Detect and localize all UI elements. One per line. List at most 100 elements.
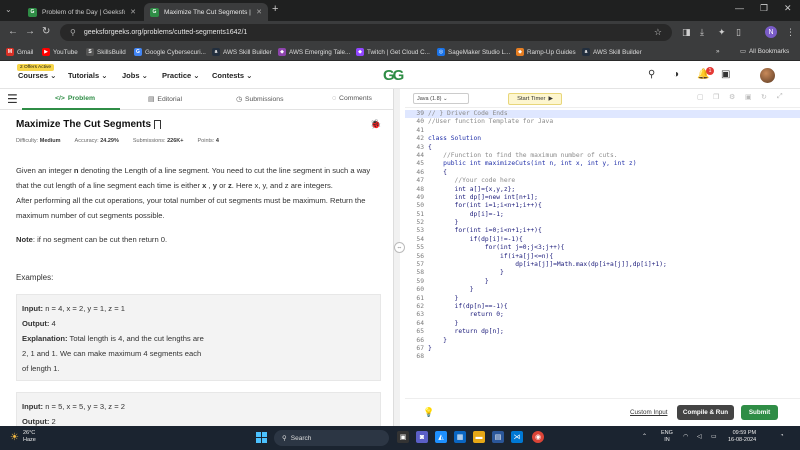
- bookmark-twitch[interactable]: ◆ Twitch | Get Cloud C...: [356, 48, 430, 56]
- wifi-icon[interactable]: ◠: [683, 433, 688, 440]
- panel-divider[interactable]: [393, 89, 400, 426]
- code-line[interactable]: int dp[]=new int[n+1];: [428, 194, 667, 202]
- menu-courses[interactable]: Courses ⌄: [18, 71, 56, 80]
- offers-badge[interactable]: 2 Offers Active: [17, 64, 55, 71]
- tray-chevron-up-icon[interactable]: ⌃: [642, 433, 647, 440]
- profile-avatar[interactable]: N: [765, 26, 777, 38]
- code-line[interactable]: // } Driver Code Ends: [428, 110, 667, 118]
- tab-search-icon[interactable]: ⌄: [5, 5, 12, 14]
- code-line[interactable]: for(int i=0;i<n+1;i++){: [428, 227, 667, 235]
- code-line[interactable]: dp[i]=-1;: [428, 211, 667, 219]
- close-window-icon[interactable]: ✕: [784, 3, 792, 14]
- bookmark-aws-emerging[interactable]: ◆ AWS Emerging Tale...: [278, 48, 350, 56]
- download-icon[interactable]: ⤓: [700, 27, 704, 38]
- task-view-icon[interactable]: ▣: [397, 431, 409, 443]
- media-icon[interactable]: ◨: [682, 27, 691, 38]
- code-snippet-icon[interactable]: ▣: [745, 93, 752, 101]
- address-bar[interactable]: ⚲ geeksforgeeks.org/problems/cutted-segm…: [60, 24, 672, 41]
- bookmark-icon[interactable]: [154, 120, 162, 129]
- translate-icon[interactable]: ▣: [721, 69, 730, 80]
- code-line[interactable]: if(dp[n]==-1){: [428, 303, 667, 311]
- chrome-icon[interactable]: ◉: [532, 431, 544, 443]
- code-line[interactable]: dp[i+a[j]]=Math.max(dp[i+a[j]],dp[i]+1);: [428, 261, 667, 269]
- code-line[interactable]: }: [428, 286, 667, 294]
- menu-tutorials[interactable]: Tutorials ⌄: [68, 71, 108, 80]
- battery-icon[interactable]: ▭: [711, 433, 717, 440]
- maximize-window-icon[interactable]: ❐: [760, 3, 768, 14]
- code-text[interactable]: // } Driver Code Ends//User function Tem…: [428, 110, 667, 362]
- fullscreen-icon[interactable]: ⤢: [777, 93, 783, 101]
- back-arrow-icon[interactable]: ←: [8, 26, 18, 37]
- bookmark-gmail[interactable]: M Gmail: [6, 48, 33, 56]
- close-tab-icon[interactable]: ✕: [256, 8, 262, 16]
- input-language[interactable]: ENG IN: [661, 430, 673, 444]
- menu-practice[interactable]: Practice ⌄: [162, 71, 200, 80]
- forward-arrow-icon[interactable]: →: [25, 26, 35, 37]
- new-tab-plus-icon[interactable]: +: [272, 3, 278, 15]
- bookmark-youtube[interactable]: ▶ YouTube: [42, 48, 78, 56]
- photos-icon[interactable]: ◭: [435, 431, 447, 443]
- code-line[interactable]: {: [428, 169, 667, 177]
- taskbar-search[interactable]: ⚲ Search: [274, 430, 389, 446]
- settings-icon[interactable]: ⚙: [729, 93, 735, 101]
- bookmark-star-icon[interactable]: ☆: [654, 27, 662, 38]
- reset-icon[interactable]: ↻: [761, 93, 767, 101]
- bookmark-google-cyber[interactable]: G Google Cybersecuri...: [134, 48, 206, 56]
- compile-run-button[interactable]: Compile & Run: [677, 405, 734, 420]
- code-line[interactable]: [428, 353, 667, 361]
- code-line[interactable]: int a[]={x,y,z};: [428, 186, 667, 194]
- bookmark-skillsbuild[interactable]: S SkillsBuild: [86, 48, 126, 56]
- close-tab-icon[interactable]: ✕: [130, 8, 136, 16]
- code-line[interactable]: //Function to find the maximum number of…: [428, 152, 667, 160]
- code-line[interactable]: }: [428, 269, 667, 277]
- code-line[interactable]: if(i+a[j]<=n){: [428, 253, 667, 261]
- search-icon[interactable]: ⚲: [648, 69, 655, 80]
- tab-submissions[interactable]: ◷ Submissions: [236, 95, 283, 104]
- code-line[interactable]: public int maximizeCuts(int n, int x, in…: [428, 160, 667, 168]
- code-line[interactable]: }: [428, 337, 667, 345]
- all-bookmarks-folder[interactable]: ▭ All Bookmarks: [740, 48, 789, 55]
- app-icon[interactable]: ▤: [492, 431, 504, 443]
- report-bug-icon[interactable]: 🐞: [370, 119, 381, 130]
- theme-toggle-icon[interactable]: ◑: [673, 69, 679, 80]
- gfg-logo[interactable]: GG: [383, 67, 404, 84]
- hamburger-menu-icon[interactable]: ☰: [7, 92, 18, 106]
- browser-tab-maximize-cut-segments[interactable]: G Maximize The Cut Segments | Pr ✕: [144, 3, 268, 21]
- windows-start-icon[interactable]: [256, 432, 267, 443]
- browser-tab-problem-of-the-day[interactable]: G Problem of the Day | GeeksforGeeks ✕: [22, 3, 142, 21]
- code-line[interactable]: }: [428, 345, 667, 353]
- code-line[interactable]: if(dp[i]!=-1){: [428, 236, 667, 244]
- bookmark-aws-skill-builder-2[interactable]: a AWS Skill Builder: [582, 48, 642, 56]
- tab-comments[interactable]: ◌ Comments: [332, 95, 372, 102]
- start-timer-button[interactable]: Start Timer ▶: [508, 93, 562, 105]
- copy-icon[interactable]: ❐: [713, 93, 719, 101]
- code-line[interactable]: [428, 127, 667, 135]
- custom-input-link[interactable]: Custom Input: [630, 409, 667, 416]
- tab-problem[interactable]: </> Problem: [55, 95, 95, 102]
- site-info-icon[interactable]: ⚲: [70, 28, 76, 37]
- menu-kebab-icon[interactable]: ⋮: [786, 27, 795, 38]
- extensions-icon[interactable]: ✦: [718, 27, 726, 38]
- file-explorer-icon[interactable]: ▬: [473, 431, 485, 443]
- bookmark-aws-skill-builder[interactable]: a AWS Skill Builder: [212, 48, 272, 56]
- code-line[interactable]: {: [428, 144, 667, 152]
- submit-button[interactable]: Submit: [741, 405, 778, 420]
- volume-icon[interactable]: ◁: [697, 433, 702, 440]
- teams-icon[interactable]: ◙: [416, 431, 428, 443]
- resize-handle-icon[interactable]: ⇔: [394, 242, 405, 253]
- bookmark-rampup[interactable]: ◆ Ramp-Up Guides: [516, 48, 576, 56]
- code-line[interactable]: return 0;: [428, 311, 667, 319]
- minimize-window-icon[interactable]: —: [735, 3, 744, 13]
- reload-icon[interactable]: ↻: [42, 26, 50, 37]
- system-clock[interactable]: 09:59 PM 16-08-2024: [728, 430, 756, 444]
- code-line[interactable]: //Your code here: [428, 177, 667, 185]
- user-avatar[interactable]: [760, 68, 775, 83]
- bookmark-sagemaker[interactable]: ◎ SageMaker Studio L...: [437, 48, 510, 56]
- lightbulb-icon[interactable]: 💡: [423, 407, 434, 418]
- weather-widget[interactable]: ☀ 26°C Haze: [10, 430, 36, 444]
- side-panel-icon[interactable]: ▯: [736, 27, 741, 38]
- code-line[interactable]: class Solution: [428, 135, 667, 143]
- code-line[interactable]: for(int i=1;i<n+1;i++){: [428, 202, 667, 210]
- menu-contests[interactable]: Contests ⌄: [212, 71, 252, 80]
- code-line[interactable]: return dp[n];: [428, 328, 667, 336]
